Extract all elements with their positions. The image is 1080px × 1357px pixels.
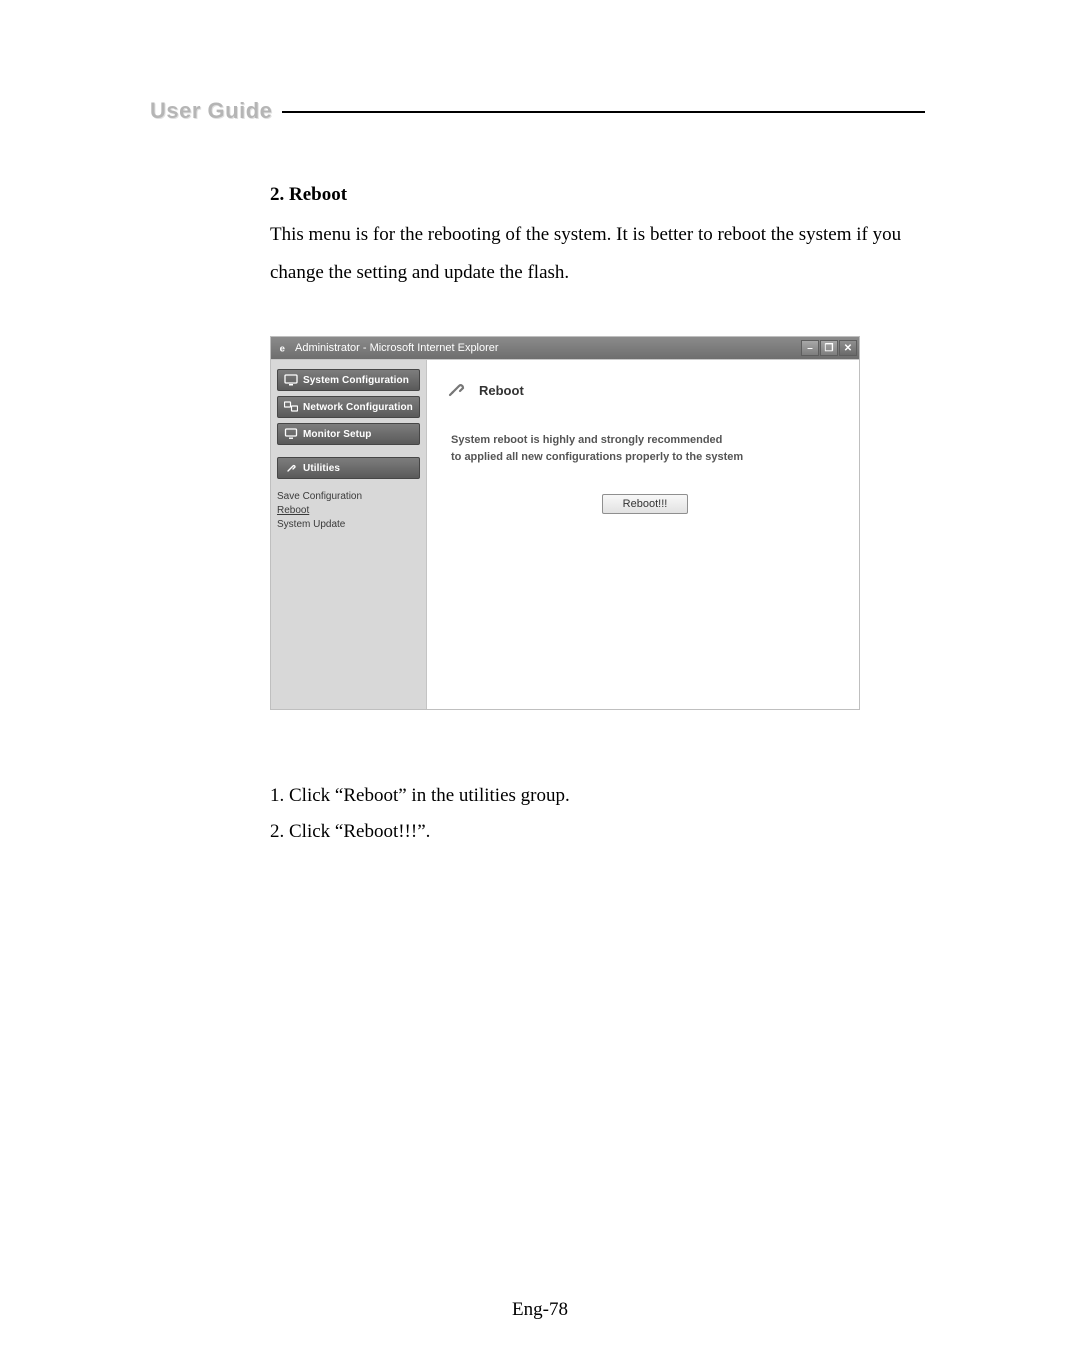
svg-text:e: e: [280, 344, 286, 355]
network-config-icon: [284, 401, 298, 413]
panel-title: Reboot: [479, 383, 524, 398]
subitem-reboot[interactable]: Reboot: [277, 505, 420, 516]
window-title-text: Administrator - Microsoft Internet Explo…: [295, 342, 499, 354]
sidebar-item-utilities[interactable]: Utilities: [277, 457, 420, 479]
subitem-save-configuration[interactable]: Save Configuration: [277, 491, 420, 502]
system-config-icon: [284, 374, 298, 386]
window-titlebar: e Administrator - Microsoft Internet Exp…: [271, 337, 859, 359]
sidebar-item-system-configuration[interactable]: System Configuration: [277, 369, 420, 391]
utilities-icon: [284, 462, 298, 474]
sidebar-item-monitor-setup[interactable]: Monitor Setup: [277, 423, 420, 445]
ie-logo-icon: e: [277, 341, 291, 355]
subitem-label: Save Configuration: [277, 491, 362, 502]
subitem-label: System Update: [277, 519, 345, 530]
window-close-button[interactable]: ✕: [839, 340, 857, 356]
page-number: Eng-78: [0, 1299, 1080, 1321]
panel-message-line2: to applied all new configurations proper…: [451, 449, 839, 466]
sidebar-item-label: Utilities: [303, 463, 340, 474]
monitor-setup-icon: [284, 428, 298, 440]
sidebar: System Configuration Network Configurati…: [271, 360, 426, 709]
header-rule: [282, 111, 925, 113]
steps-list: 1. Click “Reboot” in the utilities group…: [270, 778, 925, 850]
brand-text: User Guide: [150, 98, 272, 124]
subitem-label: Reboot: [277, 505, 309, 516]
reboot-button[interactable]: Reboot!!!: [602, 494, 688, 514]
embedded-screenshot: e Administrator - Microsoft Internet Exp…: [270, 336, 860, 710]
window-min-button[interactable]: –: [801, 340, 819, 356]
window-max-button[interactable]: ❐: [820, 340, 838, 356]
sidebar-item-label: Network Configuration: [303, 402, 413, 413]
panel-message-line1: System reboot is highly and strongly rec…: [451, 432, 839, 449]
sidebar-item-label: System Configuration: [303, 375, 409, 386]
step-item: 1. Click “Reboot” in the utilities group…: [270, 778, 925, 814]
intro-paragraph: This menu is for the rebooting of the sy…: [270, 216, 925, 292]
sidebar-item-network-configuration[interactable]: Network Configuration: [277, 396, 420, 418]
sidebar-item-label: Monitor Setup: [303, 429, 372, 440]
subitem-system-update[interactable]: System Update: [277, 519, 420, 530]
main-panel: Reboot System reboot is highly and stron…: [426, 360, 859, 709]
section-title: 2. Reboot: [270, 184, 925, 206]
reboot-header-icon: [445, 378, 469, 402]
step-item: 2. Click “Reboot!!!”.: [270, 814, 925, 850]
